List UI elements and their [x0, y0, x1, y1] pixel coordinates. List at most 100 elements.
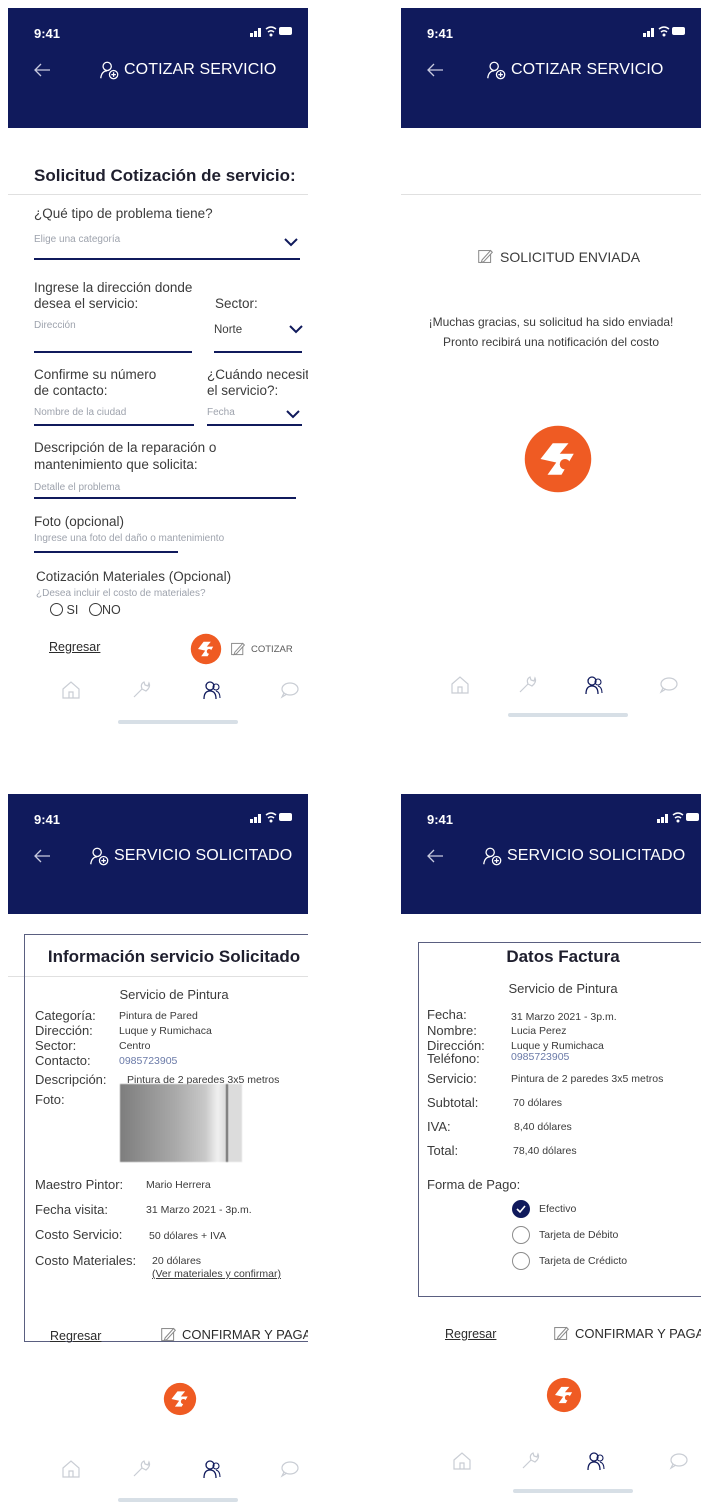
option-no[interactable]: NO	[89, 603, 121, 617]
confirm-pay-label: CONFIRMAR Y PAGAR	[182, 1327, 308, 1342]
chat-icon[interactable]	[658, 674, 680, 696]
chat-icon[interactable]	[279, 1458, 301, 1480]
row-label: Teléfono:	[427, 1051, 480, 1066]
cost-value: 50 dólares + IVA	[149, 1230, 227, 1242]
payment-option[interactable]: Efectivo	[539, 1203, 576, 1215]
sector-select[interactable]: Norte	[214, 324, 242, 336]
row-value: 31 Marzo 2021 - 3p.m.	[511, 1011, 617, 1023]
description-underline	[34, 497, 296, 499]
bottom-nav	[8, 1454, 308, 1484]
screen-quote-request: 9:41 COTIZAR SERVICIO Solicitud Cotizaci…	[8, 8, 308, 743]
chevron-down-icon[interactable]	[284, 238, 298, 247]
row-label: Foto:	[35, 1092, 65, 1107]
back-arrow-icon[interactable]	[32, 846, 52, 866]
people-icon[interactable]	[201, 679, 223, 701]
materials-question: ¿Desea incluir el costo de materiales?	[36, 588, 206, 599]
home-indicator	[118, 720, 238, 724]
person-add-icon	[481, 845, 503, 867]
home-icon[interactable]	[60, 679, 82, 701]
row-value: 70 dólares	[513, 1097, 563, 1109]
materials-link[interactable]: (Ver materiales y confirmar)	[152, 1268, 281, 1280]
radio-cash[interactable]	[512, 1200, 530, 1218]
app-header: 9:41 COTIZAR SERVICIO	[401, 8, 701, 128]
sector-underline	[214, 351, 302, 353]
row-label: Total:	[427, 1143, 459, 1158]
page-title: COTIZAR SERVICIO	[124, 61, 277, 78]
status-time: 9:41	[34, 812, 61, 827]
wrench-icon[interactable]	[519, 1450, 541, 1472]
confirm-pay-button[interactable]: CONFIRMAR Y PAGAR	[553, 1325, 701, 1342]
back-link[interactable]: Regresar	[50, 1329, 101, 1343]
status-icons	[250, 810, 294, 824]
home-icon[interactable]	[451, 1450, 473, 1472]
chevron-down-icon[interactable]	[286, 410, 300, 419]
materials-cost-value: 20 dólares	[152, 1255, 202, 1267]
header-title: SERVICIO SOLICITADO	[481, 845, 685, 867]
people-icon[interactable]	[585, 1450, 607, 1472]
contact-label-2: de contacto:	[34, 383, 108, 398]
payment-option[interactable]: Tarjeta de Débito	[539, 1229, 618, 1241]
back-arrow-icon[interactable]	[425, 60, 445, 80]
when-label-2: el servicio?:	[207, 383, 279, 398]
people-icon[interactable]	[201, 1458, 223, 1480]
address-input[interactable]: Dirección	[34, 320, 76, 331]
wrench-icon[interactable]	[516, 674, 538, 696]
category-underline	[34, 258, 300, 260]
wrench-icon[interactable]	[130, 1458, 152, 1480]
row-label: Sector:	[35, 1038, 77, 1053]
row-label: Descripción:	[35, 1072, 107, 1087]
bottom-nav	[401, 1446, 701, 1476]
row-value: 0985723905	[119, 1055, 178, 1067]
status-time: 9:41	[34, 26, 61, 41]
row-label: Nombre:	[427, 1023, 477, 1038]
damage-photo[interactable]	[120, 1084, 242, 1162]
radio-debit[interactable]	[512, 1226, 530, 1244]
contact-input[interactable]: Nombre de la ciudad	[34, 407, 126, 418]
people-icon[interactable]	[583, 674, 605, 696]
home-indicator	[513, 1489, 633, 1493]
page-title: SERVICIO SOLICITADO	[114, 847, 293, 864]
chevron-down-icon[interactable]	[289, 325, 303, 334]
app-logo-icon	[190, 633, 222, 665]
home-icon[interactable]	[449, 674, 471, 696]
form-heading: Solicitud Cotización de servicio:	[34, 166, 296, 185]
visit-label: Fecha visita:	[35, 1202, 108, 1217]
category-select[interactable]: Elige una categoría	[34, 234, 120, 245]
chat-icon[interactable]	[279, 679, 301, 701]
sector-label: Sector:	[215, 296, 258, 311]
chat-icon[interactable]	[668, 1450, 690, 1472]
app-header: 9:41 SERVICIO SOLICITADO	[8, 794, 308, 914]
row-value: Lucia Perez	[511, 1025, 567, 1037]
row-label: Fecha:	[427, 1007, 467, 1022]
bottom-nav	[8, 675, 308, 705]
radio-no[interactable]	[89, 603, 102, 616]
card-title: Datos Factura	[506, 947, 620, 966]
back-link[interactable]: Regresar	[445, 1327, 496, 1341]
photo-input[interactable]: Ingrese una foto del daño o mantenimient…	[34, 533, 224, 544]
radio-credit[interactable]	[512, 1252, 530, 1270]
back-link[interactable]: Regresar	[49, 640, 100, 654]
wrench-icon[interactable]	[130, 679, 152, 701]
option-yes[interactable]: SI	[50, 603, 78, 617]
visit-value: 31 Marzo 2021 - 3p.m.	[146, 1204, 252, 1216]
confirm-pay-button[interactable]: CONFIRMAR Y PAGAR	[160, 1326, 308, 1343]
cost-label: Costo Servicio:	[35, 1227, 123, 1242]
screen-service-info: 9:41 SERVICIO SOLICITADO Información ser…	[8, 794, 308, 1504]
app-header: 9:41 SERVICIO SOLICITADO	[401, 794, 701, 914]
quote-button[interactable]: COTIZAR	[230, 641, 293, 657]
option-yes-label: SI	[66, 603, 79, 617]
radio-yes[interactable]	[50, 603, 63, 616]
master-value: Mario Herrera	[146, 1179, 211, 1191]
date-select[interactable]: Fecha	[207, 407, 235, 418]
edit-icon	[160, 1326, 177, 1343]
back-arrow-icon[interactable]	[32, 60, 52, 80]
home-icon[interactable]	[60, 1458, 82, 1480]
row-label: Servicio:	[427, 1071, 477, 1086]
app-header: 9:41 COTIZAR SERVICIO	[8, 8, 308, 128]
back-arrow-icon[interactable]	[425, 846, 445, 866]
materials-cost-label: Costo Materiales:	[35, 1253, 137, 1268]
status-icons	[250, 24, 294, 38]
app-logo-icon	[163, 1382, 197, 1416]
description-input[interactable]: Detalle el problema	[34, 482, 120, 493]
payment-option[interactable]: Tarjeta de Crédicto	[539, 1255, 627, 1267]
